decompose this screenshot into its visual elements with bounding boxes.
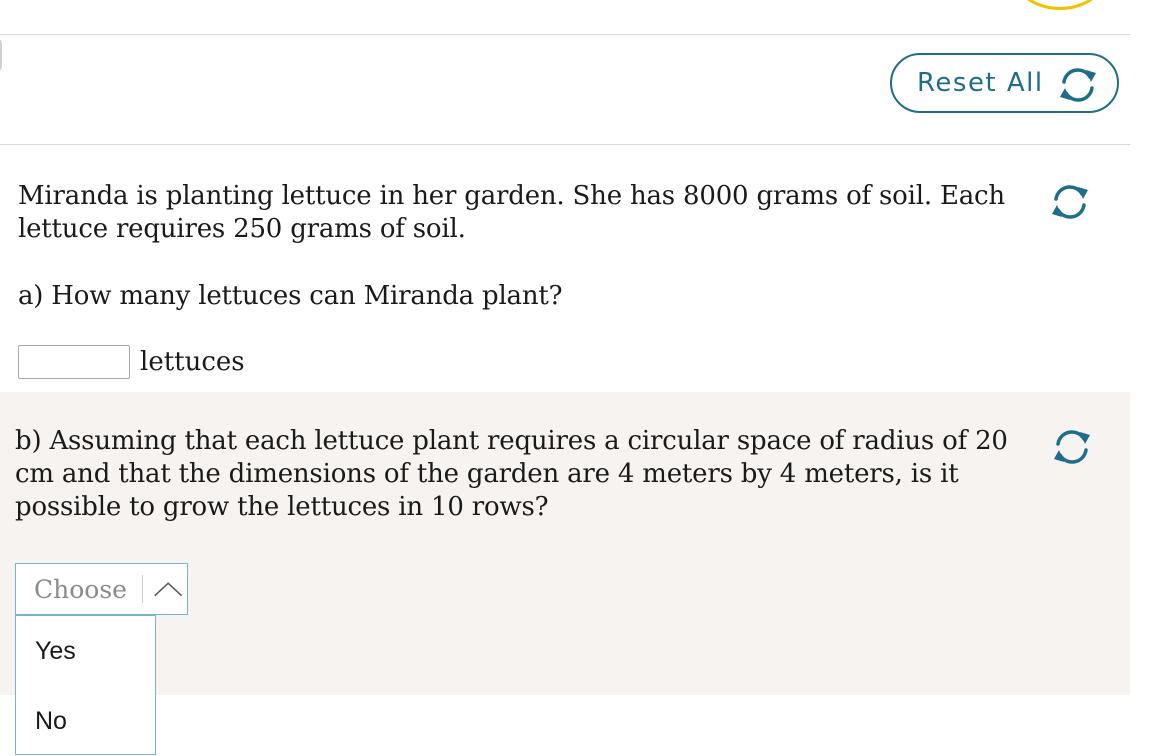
part-b-reset-icon[interactable] [1050,425,1094,469]
part-b-prompt-line3: possible to grow the lettuces in 10 rows… [15,492,549,522]
divider-header [0,144,1130,145]
select-options-list: Yes No [15,615,156,755]
divider-top [0,34,1130,35]
reset-all-label: Reset All [917,68,1044,98]
part-a-unit: lettuces [140,347,245,377]
chevron-up-icon[interactable] [149,574,187,604]
reset-all-button[interactable]: Reset All [890,53,1119,113]
select-separator [141,575,143,603]
part-b-select[interactable]: Choose [15,563,188,615]
question-intro: Miranda is planting lettuce in her garde… [18,180,1005,246]
side-panel-edge [0,38,2,72]
question-reset-icon[interactable] [1048,180,1092,224]
part-a-answer-input[interactable] [18,345,130,379]
select-option-no[interactable]: No [16,686,155,756]
select-option-yes[interactable]: Yes [16,616,155,686]
question-intro-line2: lettuce requires 250 grams of soil. [18,214,466,244]
part-b-prompt-line2: cm and that the dimensions of the garden… [15,459,959,489]
part-a-prompt: a) How many lettuces can Miranda plant? [18,281,563,311]
progress-ring-fragment [1010,0,1110,10]
refresh-icon [1060,68,1096,102]
part-b-prompt-line1: b) Assuming that each lettuce plant requ… [15,426,1008,456]
part-b-prompt: b) Assuming that each lettuce plant requ… [15,425,1008,524]
select-placeholder: Choose [34,574,127,604]
question-intro-line1: Miranda is planting lettuce in her garde… [18,181,1005,211]
